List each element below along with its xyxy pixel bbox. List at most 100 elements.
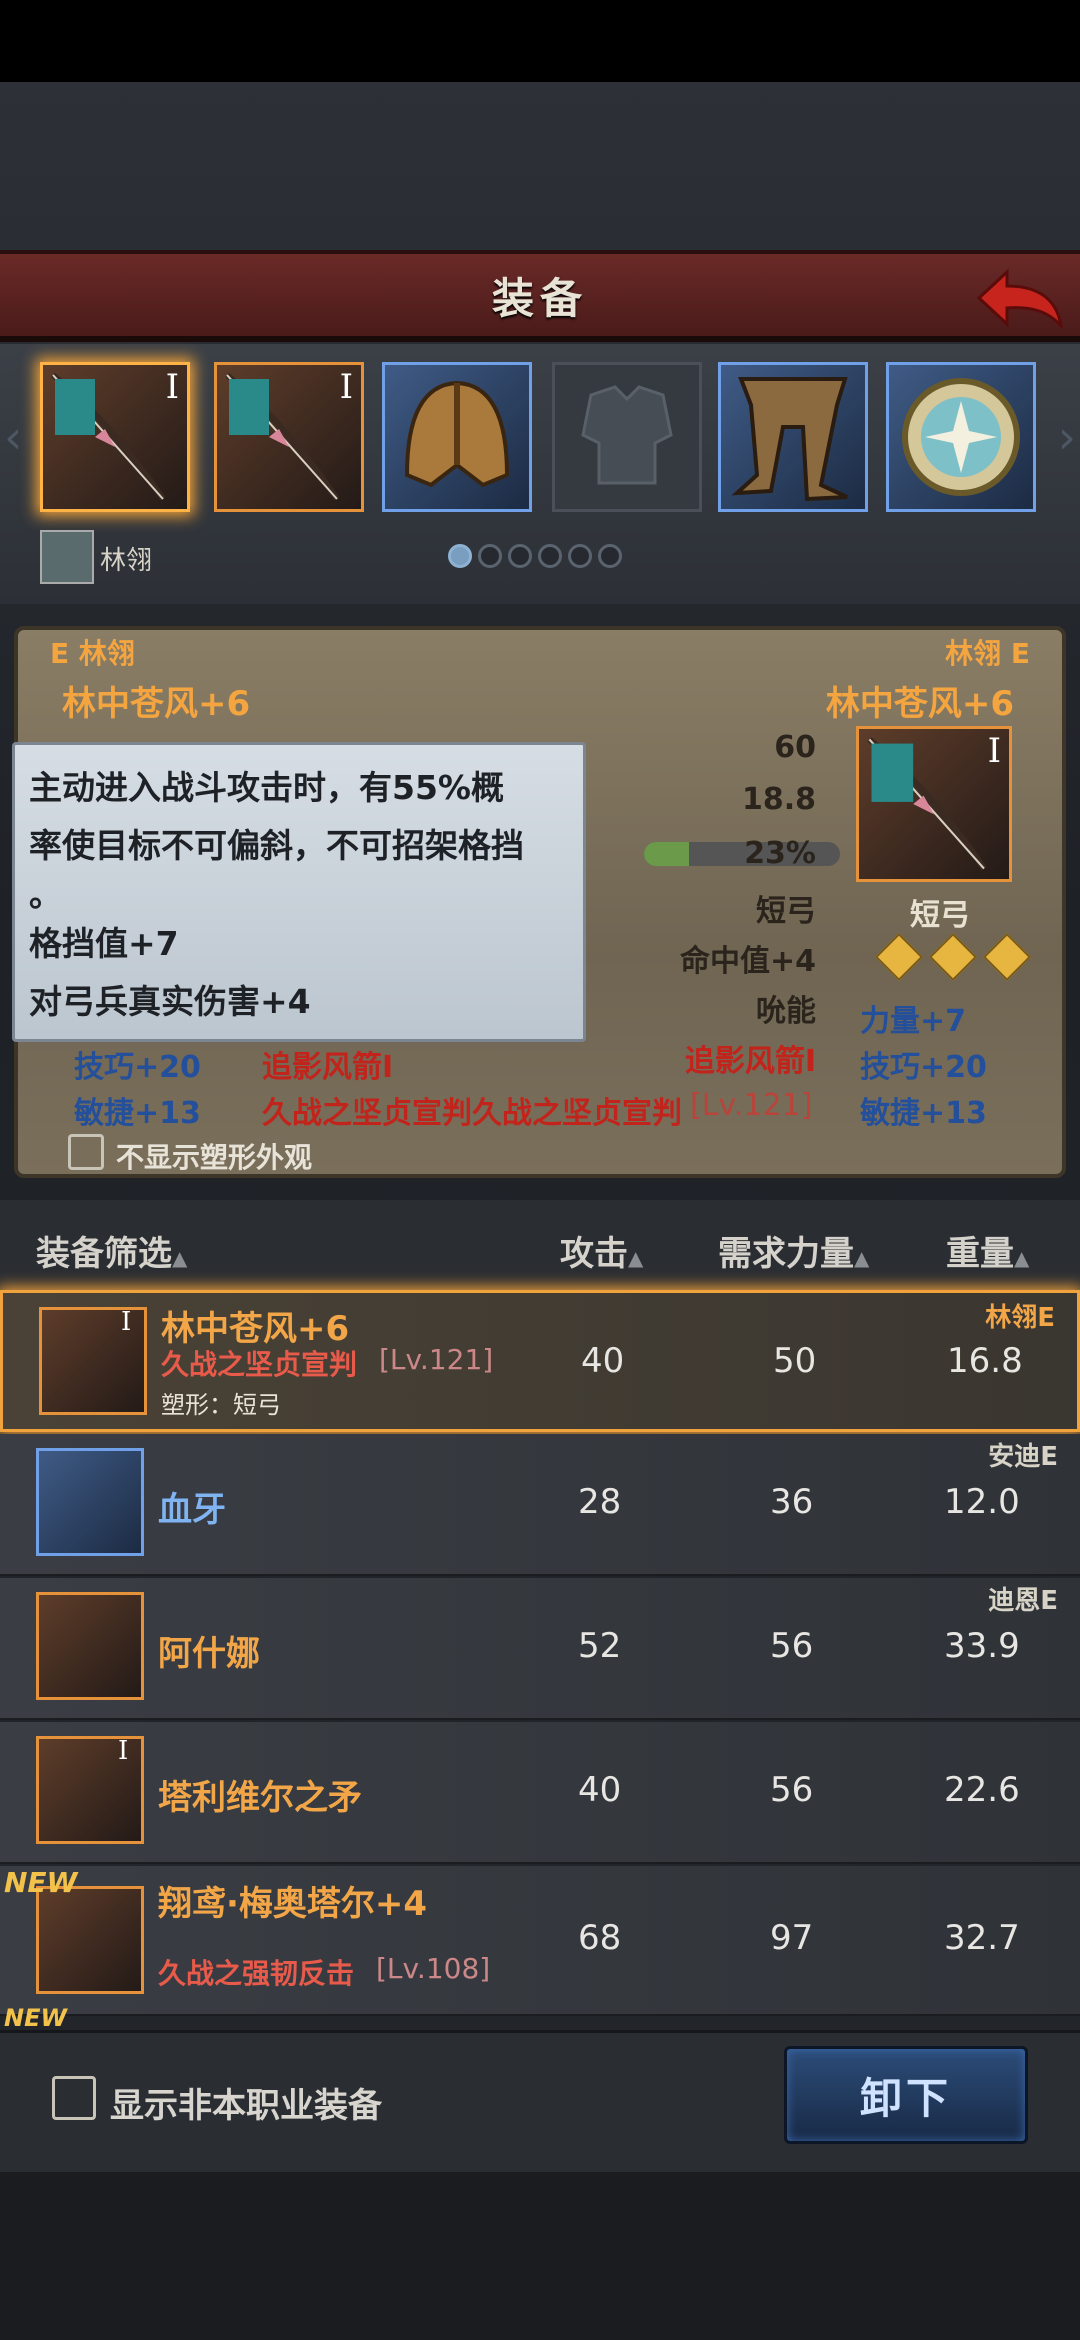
item-str: 97 (770, 1918, 814, 1958)
item-level: [Lv.108] (376, 1952, 491, 1985)
filter-label: 装备筛选 (36, 1234, 172, 1274)
slot-armor-empty[interactable] (552, 362, 702, 512)
armor-icon (581, 385, 673, 485)
compare-type-label: 短弓 (910, 898, 970, 933)
item-set: 久战之强韧反击 (158, 1957, 355, 1990)
item-attack: 68 (578, 1918, 622, 1958)
table-row[interactable]: 阿什娜 52 56 33.9 迪恩E (0, 1578, 1080, 1720)
item-name: 塔利维尔之矛 (158, 1778, 362, 1818)
item-level: [Lv.121] (379, 1343, 494, 1376)
item-str: 36 (770, 1482, 814, 1522)
table-row[interactable]: NEW 翔鸢·梅奥塔尔+4 久战之强韧反击 [Lv.108] 68 97 32.… (0, 1866, 1080, 2016)
item-str: 50 (773, 1341, 817, 1381)
page-dot (598, 544, 622, 568)
right-owner: 林翎 E (945, 637, 1030, 670)
slot-roman: I (339, 367, 353, 407)
item-weight: 12.0 (944, 1482, 1020, 1522)
right-arrow-skill: 追影风箭I (684, 1044, 816, 1079)
page-dot (508, 544, 532, 568)
item-shape: 塑形：短弓 (161, 1391, 281, 1419)
unequip-button[interactable]: 卸下 (784, 2046, 1028, 2144)
bow-icon (867, 737, 987, 871)
right-weight: 18.8 (741, 782, 816, 817)
back-arrow-icon (977, 268, 1063, 328)
back-button[interactable] (974, 262, 1066, 334)
status-bar-area (0, 0, 1080, 82)
right-attr-agility: 敏捷+13 (860, 1096, 987, 1131)
sort-icon: ▲ (1014, 1246, 1030, 1270)
slot-weapon-main[interactable]: I (40, 362, 190, 512)
tooltip-line: 率使目标不可偏斜，不可招架格挡 (29, 826, 524, 865)
amulet-icon (902, 378, 1020, 496)
left-attr-skill: 技巧+20 (74, 1050, 201, 1085)
slot-left-arrow-icon[interactable]: ‹ (4, 410, 22, 464)
item-roman: I (121, 1307, 132, 1337)
item-weight: 16.8 (947, 1341, 1023, 1381)
rune-slots (874, 932, 1032, 982)
slot-helmet[interactable] (382, 362, 532, 512)
slot-roman: I (165, 367, 179, 407)
new-badge: NEW (4, 2004, 67, 2032)
item-name: 翔鸢·梅奥塔尔+4 (158, 1884, 428, 1924)
sort-icon: ▲ (172, 1246, 188, 1270)
item-owner: 迪恩E (988, 1586, 1058, 1616)
item-str: 56 (770, 1626, 814, 1666)
tooltip-line: 主动进入战斗攻击时，有55%概 (29, 768, 504, 807)
skill-tooltip: 主动进入战斗攻击时，有55%概 率使目标不可偏斜，不可招架格挡 。 格挡值+7 … (12, 742, 586, 1042)
right-attr-strength: 力量+7 (860, 1004, 967, 1039)
right-hit: 命中值+4 (679, 944, 816, 979)
hide-appearance-checkbox[interactable] (68, 1134, 104, 1170)
helmet-icon (404, 380, 510, 488)
item-attack: 52 (578, 1626, 622, 1666)
tooltip-line: 。 (29, 875, 62, 914)
table-row[interactable]: I 塔利维尔之矛 40 56 22.6 (0, 1722, 1080, 1864)
right-type: 短弓 (756, 894, 816, 929)
item-weight: 33.9 (944, 1626, 1020, 1666)
set-effect: 久战之坚贞宣判久战之坚贞宣判 (262, 1096, 682, 1131)
page-dot (538, 544, 562, 568)
show-other-class-label: 显示非本职业装备 (110, 2086, 382, 2126)
slot-weapon-off[interactable]: I (214, 362, 364, 512)
page-dot (478, 544, 502, 568)
table-row[interactable]: 血牙 28 36 12.0 安迪E (0, 1434, 1080, 1576)
left-item-name: 林中苍风+6 (62, 684, 251, 724)
item-attack: 40 (581, 1341, 625, 1381)
table-row[interactable]: I 林中苍风+6 久战之坚贞宣判 [Lv.121] 塑形：短弓 40 50 16… (0, 1290, 1080, 1432)
tooltip-line: 对弓兵真实伤害+4 (29, 982, 311, 1021)
sort-str-req[interactable]: 需求力量▲ (718, 1226, 869, 1275)
bow-icon (36, 1886, 144, 1994)
item-attack: 28 (578, 1482, 622, 1522)
slot-right-arrow-icon[interactable]: › (1058, 410, 1076, 464)
rune-icon (928, 932, 978, 982)
item-weight: 32.7 (944, 1918, 1020, 1958)
right-percent: 23% (744, 836, 816, 871)
right-item-name: 林中苍风+6 (825, 684, 1014, 724)
weight-label: 重量 (946, 1234, 1014, 1274)
item-weight: 22.6 (944, 1770, 1020, 1810)
sort-weight[interactable]: 重量▲ (946, 1226, 1029, 1275)
claw-weapon-icon (36, 1592, 144, 1700)
compare-item-icon: I (856, 726, 1012, 882)
sort-attack[interactable]: 攻击▲ (560, 1226, 643, 1275)
right-str-req: 60 (774, 730, 816, 765)
right-skill: 吮能 (756, 994, 816, 1029)
compare-item-roman: I (987, 731, 1001, 771)
str-req-label: 需求力量 (718, 1234, 854, 1274)
sort-icon: ▲ (628, 1246, 644, 1270)
nav-bar-area (0, 2172, 1080, 2340)
left-attr-agility: 敏捷+13 (74, 1096, 201, 1131)
attack-label: 攻击 (560, 1234, 628, 1274)
right-attr-skill: 技巧+20 (860, 1050, 987, 1085)
page-indicator (448, 544, 622, 568)
show-other-class-checkbox[interactable] (52, 2076, 96, 2120)
rune-icon (982, 932, 1032, 982)
slot-amulet[interactable] (886, 362, 1036, 512)
list-header: 装备筛选▲ 攻击▲ 需求力量▲ 重量▲ (0, 1200, 1080, 1290)
page-dot (448, 544, 472, 568)
filter-button[interactable]: 装备筛选▲ (36, 1226, 187, 1275)
character-name: 林翎 (100, 546, 153, 576)
item-roman: I (118, 1736, 129, 1766)
sort-icon: ▲ (854, 1246, 870, 1270)
set-level: [Lv.121] (690, 1088, 813, 1123)
slot-boots[interactable] (718, 362, 868, 512)
